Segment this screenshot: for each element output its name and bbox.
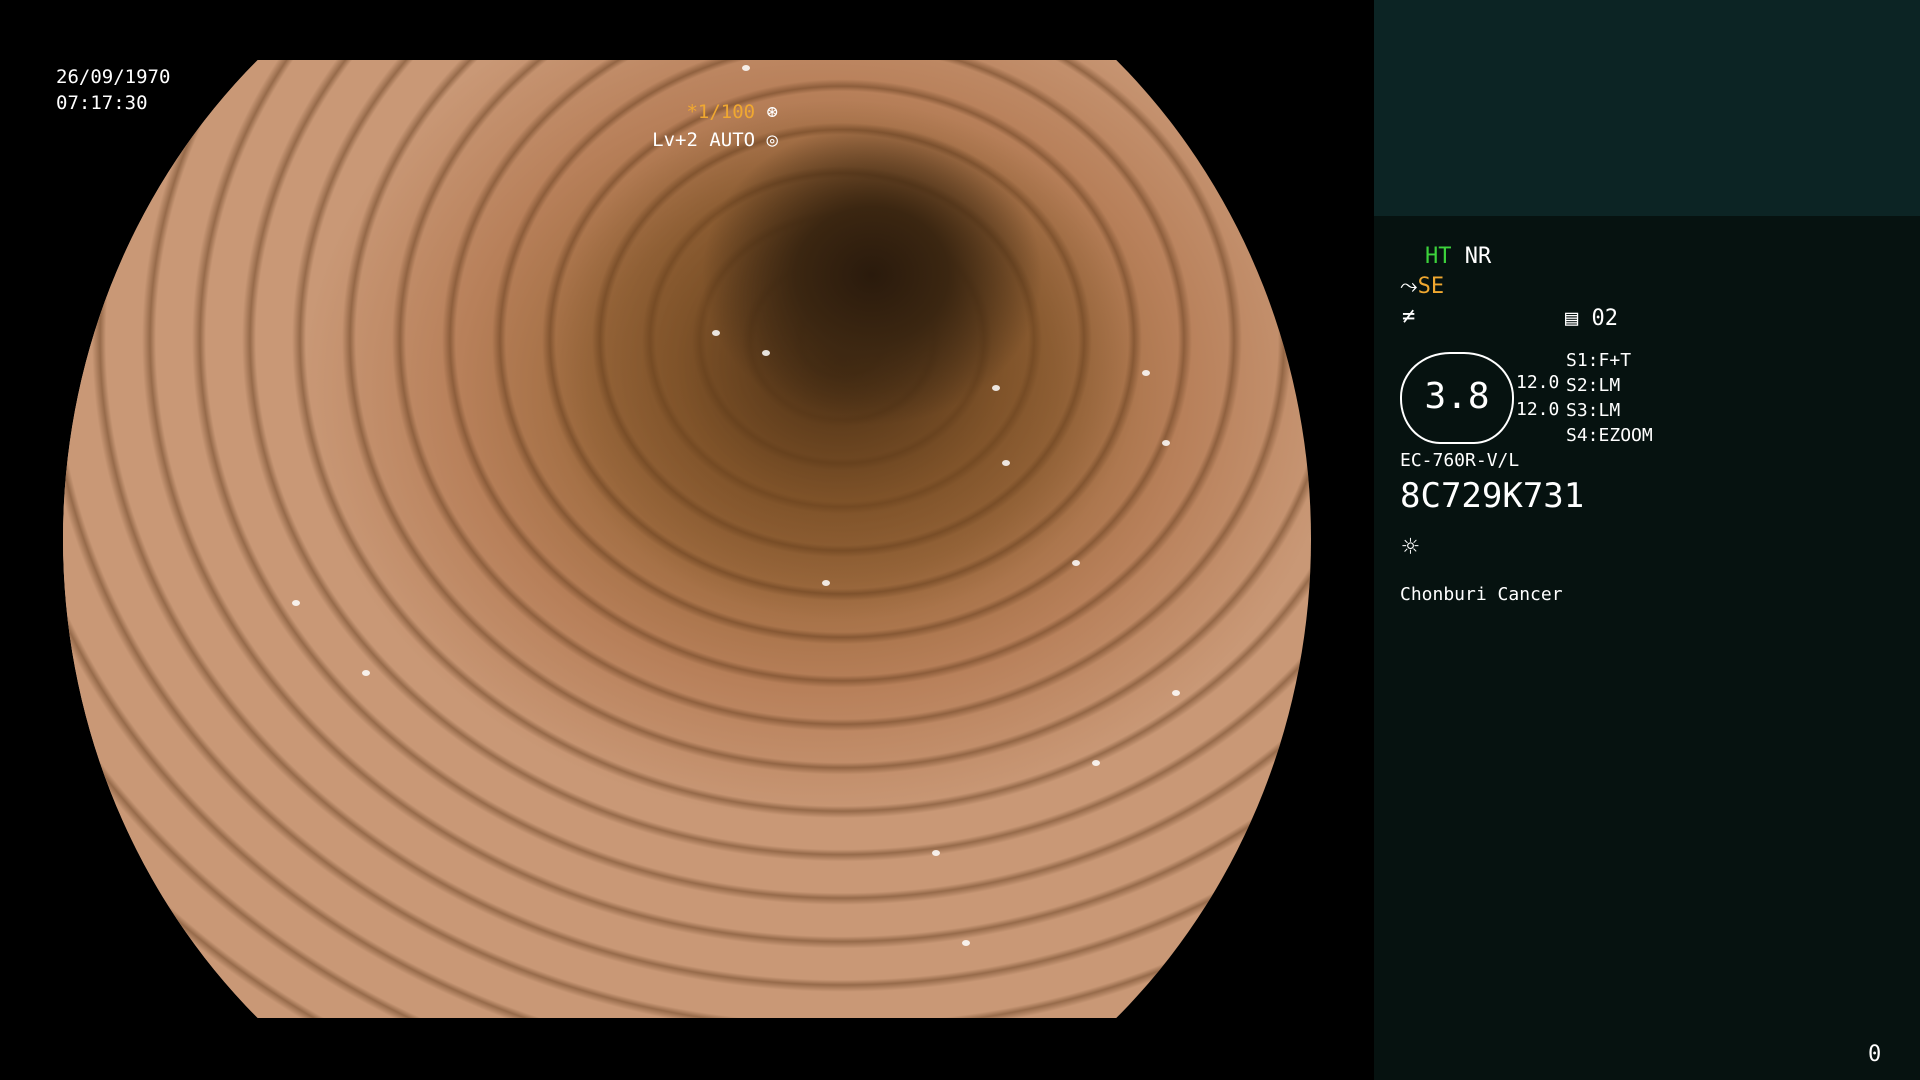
switch-s3: S3:LM <box>1566 400 1620 421</box>
memory-icon: ▤ <box>1565 306 1579 331</box>
enhance-icon: ⤳ <box>1400 274 1418 299</box>
filter-icon: ≠ <box>1402 304 1416 329</box>
shutter-icon: ⊛ <box>766 101 778 123</box>
record-row: ▤ 02 <box>1565 306 1618 331</box>
value-2: 12.0 <box>1516 399 1560 420</box>
switch-value: F+T <box>1598 350 1632 371</box>
ht-label: HT <box>1425 244 1452 269</box>
info-panel <box>1374 0 1920 1080</box>
date-text: 26/09/1970 <box>56 66 171 88</box>
se-label: SE <box>1417 274 1445 299</box>
panel-header-area <box>1374 0 1920 216</box>
endoscopic-image <box>63 60 1311 1018</box>
switch-key: S1: <box>1566 350 1599 371</box>
se-row: ⤳SE <box>1400 274 1444 299</box>
switch-s2: S2:LM <box>1566 375 1620 396</box>
endoscope-view: 26/09/1970 07:17:30 *1/100 ⊛ Lv+2 AUTO ◎ <box>0 0 1374 1080</box>
iris-mode: Lv+2 AUTO <box>652 129 756 151</box>
zoom-value: 3.8 <box>1424 376 1490 417</box>
record-number: 02 <box>1591 306 1619 331</box>
scope-serial: 8C729K731 <box>1400 476 1585 516</box>
timestamp: 26/09/1970 07:17:30 <box>56 64 170 116</box>
switch-s4: S4:EZOOM <box>1566 425 1653 446</box>
switch-value: LM <box>1598 375 1621 396</box>
frame-counter: 0 <box>1868 1042 1882 1067</box>
nr-label: NR <box>1464 244 1492 269</box>
ht-nr-row: HT NR <box>1425 244 1491 269</box>
shutter-speed: *1/100 <box>686 101 756 123</box>
switch-key: S2: <box>1566 375 1599 396</box>
switch-value: EZOOM <box>1598 425 1653 446</box>
switch-s1: S1:F+T <box>1566 350 1631 371</box>
time-text: 07:17:30 <box>56 92 148 114</box>
value-1: 12.0 <box>1516 372 1560 393</box>
switch-key: S3: <box>1566 400 1599 421</box>
facility-name: Chonburi Cancer <box>1400 584 1563 605</box>
light-icon: ☼ <box>1402 530 1419 563</box>
exposure-info: *1/100 ⊛ Lv+2 AUTO ◎ <box>652 98 778 154</box>
scope-model: EC-760R-V/L <box>1400 450 1520 471</box>
switch-value: LM <box>1598 400 1621 421</box>
switch-key: S4: <box>1566 425 1599 446</box>
iris-icon: ◎ <box>766 129 778 151</box>
zoom-badge: 3.8 <box>1400 352 1514 444</box>
